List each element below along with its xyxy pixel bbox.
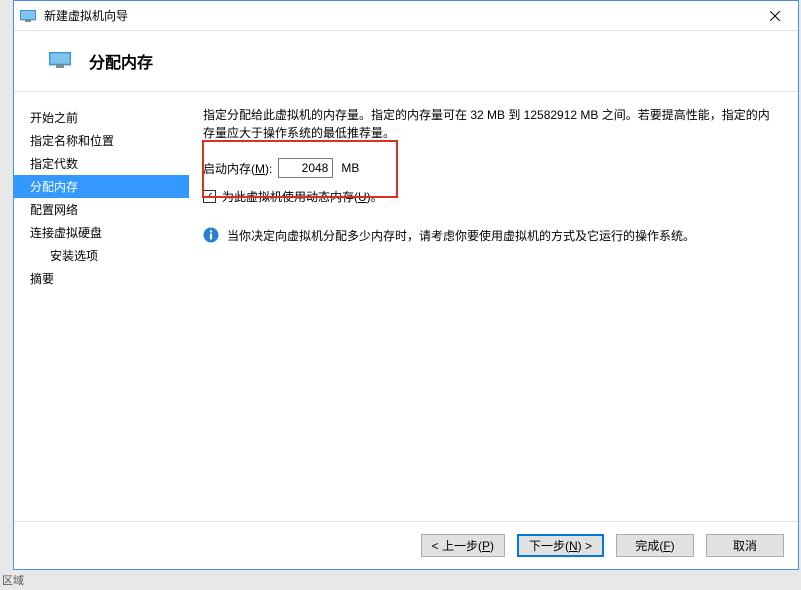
sidebar-step-3[interactable]: 分配内存 <box>14 175 189 198</box>
app-icon <box>20 10 36 22</box>
sidebar-step-0[interactable]: 开始之前 <box>14 106 189 129</box>
close-icon <box>770 11 780 21</box>
finish-button[interactable]: 完成(F) <box>616 534 694 557</box>
info-text: 当你决定向虚拟机分配多少内存时，请考虑你要使用虚拟机的方式及它运行的操作系统。 <box>227 227 695 244</box>
dynamic-memory-row: ✓ 为此虚拟机使用动态内存(U)。 <box>203 188 780 205</box>
body: 开始之前指定名称和位置指定代数分配内存配置网络连接虚拟硬盘安装选项摘要 指定分配… <box>14 91 798 521</box>
button-bar: < 上一步(P) 下一步(N) > 完成(F) 取消 <box>14 521 798 569</box>
startup-memory-label: 启动内存(M): <box>203 160 272 177</box>
page-header: 分配内存 <box>14 31 798 91</box>
page-title: 分配内存 <box>89 49 153 73</box>
sidebar-step-4[interactable]: 配置网络 <box>14 198 189 221</box>
wizard-window: 新建虚拟机向导 分配内存 开始之前指定名称和位置指定代数分配内存配置网络连接虚拟… <box>13 0 799 570</box>
titlebar: 新建虚拟机向导 <box>14 1 798 31</box>
info-icon <box>203 227 219 243</box>
dynamic-memory-checkbox[interactable]: ✓ <box>203 190 216 203</box>
content-panel: 指定分配给此虚拟机的内存量。指定的内存量可在 32 MB 到 12582912 … <box>189 92 798 521</box>
sidebar-step-6[interactable]: 安装选项 <box>14 244 189 267</box>
previous-button[interactable]: < 上一步(P) <box>421 534 505 557</box>
description-text: 指定分配给此虚拟机的内存量。指定的内存量可在 32 MB 到 12582912 … <box>203 106 780 142</box>
sidebar-step-1[interactable]: 指定名称和位置 <box>14 129 189 152</box>
wizard-steps-sidebar: 开始之前指定名称和位置指定代数分配内存配置网络连接虚拟硬盘安装选项摘要 <box>14 92 189 521</box>
cancel-button[interactable]: 取消 <box>706 534 784 557</box>
sidebar-step-7[interactable]: 摘要 <box>14 267 189 290</box>
startup-memory-row: 启动内存(M): MB <box>203 158 780 178</box>
background-fragment: 区域 <box>0 570 26 590</box>
memory-unit: MB <box>341 161 359 175</box>
sidebar-step-2[interactable]: 指定代数 <box>14 152 189 175</box>
next-button[interactable]: 下一步(N) > <box>517 534 604 557</box>
window-title: 新建虚拟机向导 <box>44 7 752 24</box>
sidebar-step-5[interactable]: 连接虚拟硬盘 <box>14 221 189 244</box>
startup-memory-input[interactable] <box>278 158 333 178</box>
dynamic-memory-label: 为此虚拟机使用动态内存(U)。 <box>222 188 383 205</box>
header-icon <box>49 52 71 70</box>
info-row: 当你决定向虚拟机分配多少内存时，请考虑你要使用虚拟机的方式及它运行的操作系统。 <box>203 227 780 244</box>
close-button[interactable] <box>752 1 798 31</box>
